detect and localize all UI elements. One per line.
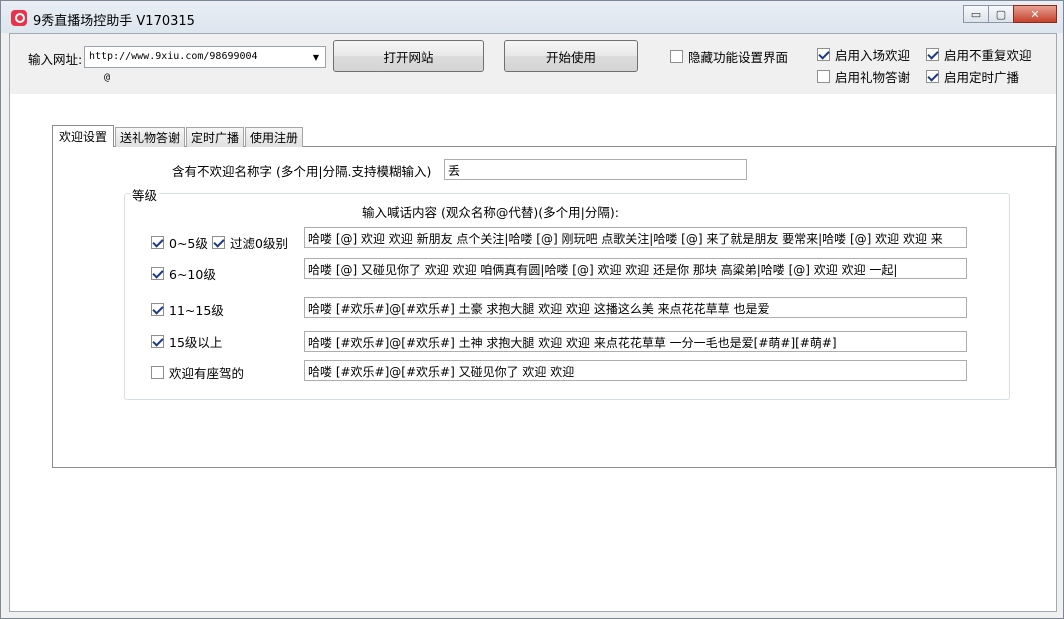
- close-button[interactable]: ✕: [1013, 5, 1057, 23]
- enable-entry-welcome-checkbox-box[interactable]: [817, 48, 830, 61]
- exclude-names-label: 含有不欢迎名称字 (多个用|分隔.支持模糊输入): [172, 164, 432, 179]
- level-15-plus-text-input[interactable]: 哈喽 [#欢乐#]@[#欢乐#] 土神 求抱大腿 欢迎 欢迎 来点花花草草 一分…: [304, 331, 967, 352]
- hide-settings-checkbox[interactable]: 隐藏功能设置界面: [670, 47, 788, 66]
- enable-entry-welcome-checkbox[interactable]: 启用入场欢迎: [817, 45, 910, 64]
- enable-timed-broadcast-checkbox[interactable]: 启用定时广播: [926, 67, 1019, 86]
- content-header-label: 输入喊话内容 (观众名称@代替)(多个用|分隔):: [362, 205, 619, 220]
- enable-gift-thanks-checkbox[interactable]: 启用礼物答谢: [817, 67, 910, 86]
- level-6-10-text-input[interactable]: 哈喽 [@] 又碰见你了 欢迎 欢迎 咱俩真有圆|哈喽 [@] 欢迎 欢迎 还是…: [304, 258, 967, 279]
- enable-gift-thanks-checkbox-box[interactable]: [817, 70, 830, 83]
- open-site-button[interactable]: 打开网站: [333, 40, 484, 72]
- title-bar[interactable]: 9秀直播场控助手 V170315 ▭ ▢ ✕: [1, 1, 1063, 33]
- level-15-plus-label: 15级以上: [169, 335, 223, 350]
- level-0-5-label: 0~5级: [169, 236, 208, 251]
- start-button[interactable]: 开始使用: [504, 40, 638, 72]
- enable-timed-broadcast-checkbox-box[interactable]: [926, 70, 939, 83]
- level-6-10-checkbox[interactable]: 6~10级: [151, 264, 216, 283]
- level-15-plus-checkbox[interactable]: 15级以上: [151, 332, 222, 351]
- level-15-plus-checkbox-box[interactable]: [151, 335, 164, 348]
- maximize-button[interactable]: ▢: [988, 5, 1014, 23]
- tab-gift-thanks[interactable]: 送礼物答谢: [115, 127, 186, 147]
- level-6-10-label: 6~10级: [169, 267, 216, 282]
- enable-no-repeat-welcome-label: 启用不重复欢迎: [944, 48, 1032, 63]
- url-combobox[interactable]: http://www.9xiu.com/98699004 ▼: [84, 46, 326, 68]
- enable-no-repeat-welcome-checkbox-box[interactable]: [926, 48, 939, 61]
- tab-welcome-settings[interactable]: 欢迎设置: [52, 125, 115, 147]
- vehicle-welcome-label: 欢迎有座驾的: [169, 366, 245, 381]
- filter-zero-checkbox-box[interactable]: [212, 236, 225, 249]
- chevron-down-icon[interactable]: ▼: [309, 49, 323, 65]
- vehicle-welcome-checkbox-box[interactable]: [151, 366, 164, 379]
- level-11-15-text-input[interactable]: 哈喽 [#欢乐#]@[#欢乐#] 土豪 求抱大腿 欢迎 欢迎 这播这么美 来点花…: [304, 297, 967, 318]
- level-11-15-checkbox-box[interactable]: [151, 303, 164, 316]
- at-sign-label: @: [104, 72, 111, 83]
- tab-registration[interactable]: 使用注册: [245, 127, 304, 147]
- hide-settings-label: 隐藏功能设置界面: [688, 50, 789, 65]
- window-controls: ▭ ▢ ✕: [963, 5, 1057, 23]
- tab-timed-broadcast[interactable]: 定时广播: [186, 127, 245, 147]
- level-6-10-checkbox-box[interactable]: [151, 267, 164, 280]
- minimize-button[interactable]: ▭: [963, 5, 989, 23]
- level-0-5-text-input[interactable]: 哈喽 [@] 欢迎 欢迎 新朋友 点个关注|哈喽 [@] 刚玩吧 点歌关注|哈喽…: [304, 227, 967, 248]
- url-label: 输入网址:: [28, 52, 83, 67]
- url-value: http://www.9xiu.com/98699004: [89, 51, 258, 62]
- enable-gift-thanks-label: 启用礼物答谢: [835, 70, 911, 85]
- tab-strip: 欢迎设置 送礼物答谢 定时广播 使用注册: [52, 125, 304, 147]
- filter-zero-checkbox[interactable]: 过滤0级别: [212, 233, 288, 252]
- hide-settings-checkbox-box[interactable]: [670, 50, 683, 63]
- enable-timed-broadcast-label: 启用定时广播: [944, 70, 1020, 85]
- app-logo-icon: [11, 10, 27, 26]
- level-11-15-label: 11~15级: [169, 303, 224, 318]
- window-title: 9秀直播场控助手 V170315: [33, 14, 195, 29]
- vehicle-welcome-text-input[interactable]: 哈喽 [#欢乐#]@[#欢乐#] 又碰见你了 欢迎 欢迎: [304, 360, 967, 381]
- filter-zero-label: 过滤0级别: [230, 236, 288, 251]
- level-11-15-checkbox[interactable]: 11~15级: [151, 300, 224, 319]
- exclude-names-input[interactable]: 丢: [444, 159, 747, 180]
- level-0-5-checkbox-box[interactable]: [151, 236, 164, 249]
- level-group-title: 等级: [130, 185, 160, 204]
- level-0-5-checkbox[interactable]: 0~5级: [151, 233, 208, 252]
- enable-no-repeat-welcome-checkbox[interactable]: 启用不重复欢迎: [926, 45, 1032, 64]
- enable-entry-welcome-label: 启用入场欢迎: [835, 48, 911, 63]
- vehicle-welcome-checkbox[interactable]: 欢迎有座驾的: [151, 363, 244, 382]
